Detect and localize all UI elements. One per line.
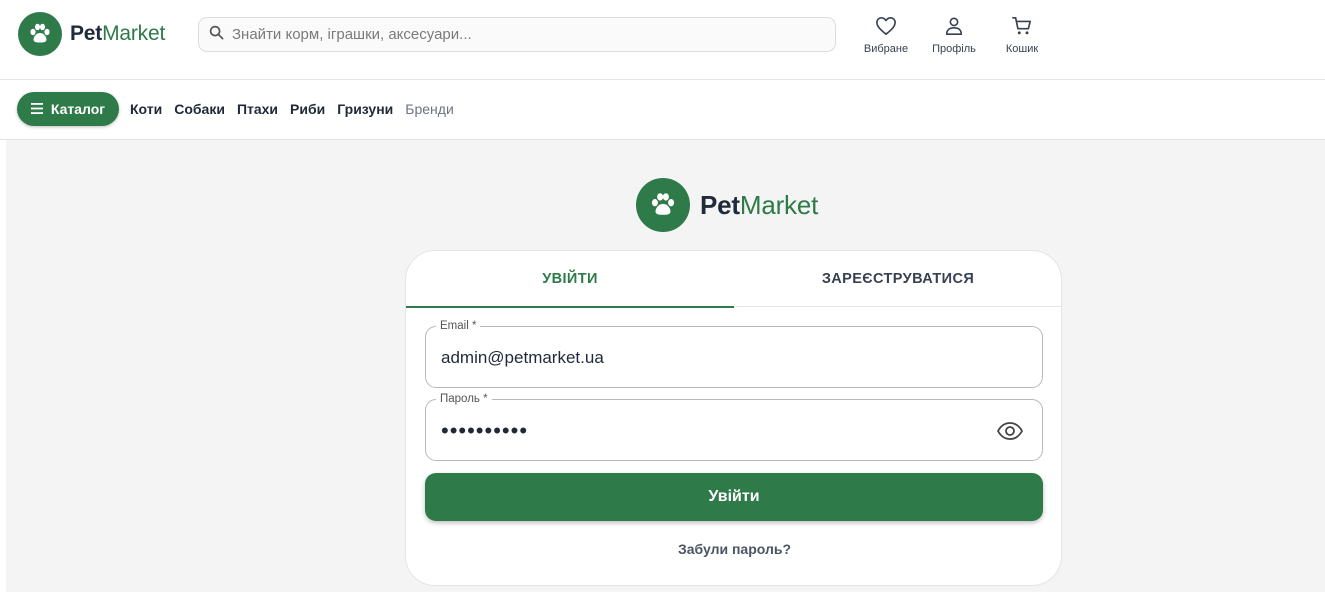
catalog-label: Каталог: [50, 101, 106, 117]
page-edge: [0, 140, 6, 592]
favorites-button[interactable]: Вибране: [858, 16, 914, 55]
profile-label: Профіль: [932, 43, 976, 55]
auth-brand-part1: Pet: [700, 189, 740, 220]
search-bar[interactable]: [198, 17, 836, 52]
auth-tabs: УВІЙТИ ЗАРЕЄСТРУВАТИСЯ: [406, 251, 1061, 308]
auth-brand-name: PetMarket: [700, 190, 818, 221]
email-label: Email *: [436, 319, 481, 333]
cart-button[interactable]: Кошик: [994, 16, 1050, 55]
password-field[interactable]: Пароль *: [425, 392, 1043, 461]
heart-icon: [875, 16, 897, 41]
tab-register-label: ЗАРЕЄСТРУВАТИСЯ: [821, 271, 975, 287]
user-icon: [943, 16, 965, 41]
brand-name-part1: Pet: [70, 22, 103, 45]
email-field[interactable]: Email *: [425, 319, 1043, 388]
auth-brand-part2: Market: [739, 189, 819, 220]
nav-link-brands[interactable]: Бренди: [405, 101, 453, 117]
cart-icon: [1011, 16, 1033, 41]
eye-icon[interactable]: [996, 418, 1024, 444]
catalog-button[interactable]: Каталог: [17, 92, 119, 126]
nav-link-fish[interactable]: Риби: [290, 101, 325, 117]
nav-link-birds[interactable]: Птахи: [237, 101, 278, 117]
paw-icon: [636, 178, 690, 232]
login-submit-button[interactable]: Увійти: [425, 473, 1043, 521]
password-label: Пароль *: [436, 392, 492, 406]
paw-icon: [18, 12, 62, 56]
forgot-password-link[interactable]: Забули пароль?: [406, 541, 1061, 557]
profile-button[interactable]: Профіль: [926, 16, 982, 55]
auth-logo: PetMarket: [636, 178, 818, 232]
cart-label: Кошик: [1005, 43, 1039, 55]
favorites-label: Вибране: [863, 43, 909, 55]
password-input[interactable]: [441, 418, 981, 444]
header-actions: Вибране Профіль Кошик: [858, 16, 1050, 55]
tab-active-indicator: [406, 306, 734, 308]
auth-card: УВІЙТИ ЗАРЕЄСТРУВАТИСЯ Email * Пароль * …: [405, 250, 1062, 586]
category-nav: Каталог Коти Собаки Птахи Риби Гризуни Б…: [0, 80, 1325, 140]
tab-register[interactable]: ЗАРЕЄСТРУВАТИСЯ: [734, 251, 1061, 307]
nav-links: Коти Собаки Птахи Риби Гризуни Бренди: [130, 101, 454, 117]
nav-link-dogs[interactable]: Собаки: [174, 101, 225, 117]
nav-link-cats[interactable]: Коти: [130, 101, 162, 117]
email-input[interactable]: [441, 345, 981, 371]
brand-logo[interactable]: PetMarket: [18, 12, 165, 56]
tab-login-label: УВІЙТИ: [542, 271, 598, 287]
tab-login[interactable]: УВІЙТИ: [406, 251, 734, 308]
search-icon: [209, 25, 224, 45]
brand-name-part2: Market: [102, 22, 166, 45]
brand-name: PetMarket: [70, 22, 165, 46]
search-input[interactable]: [232, 26, 812, 43]
top-header: PetMarket Вибране: [0, 0, 1325, 80]
nav-link-rodents[interactable]: Гризуни: [337, 101, 393, 117]
menu-icon: [30, 101, 43, 117]
